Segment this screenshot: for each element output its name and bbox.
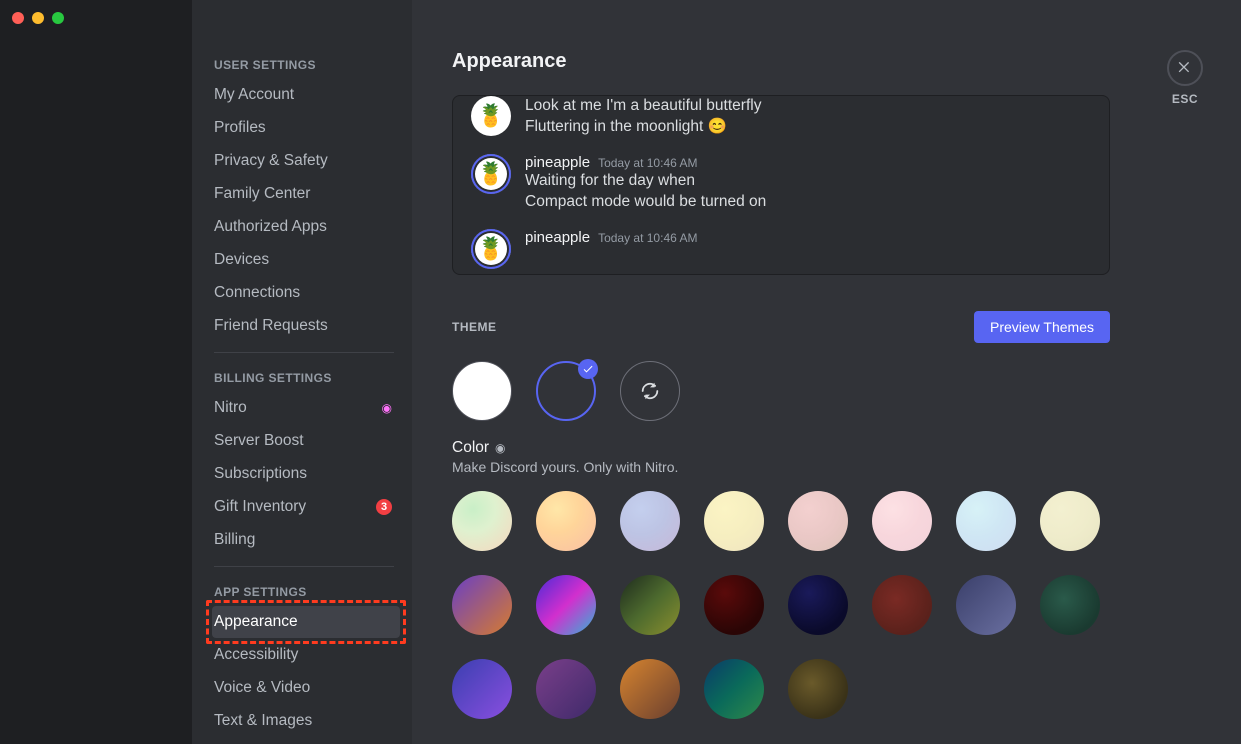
sidebar-item-voice-video[interactable]: Voice & Video bbox=[212, 672, 400, 704]
color-swatch[interactable] bbox=[704, 491, 764, 551]
color-swatch[interactable] bbox=[452, 575, 512, 635]
settings-content: Appearance ESC Look at me I'm a beautifu… bbox=[412, 0, 1241, 744]
nitro-icon: ◉ bbox=[382, 401, 392, 415]
color-swatch[interactable] bbox=[536, 575, 596, 635]
message-line: Fluttering in the moonlight 😊 bbox=[525, 117, 1091, 138]
sidebar-item-authorized-apps[interactable]: Authorized Apps bbox=[212, 211, 400, 243]
left-gutter bbox=[0, 0, 192, 744]
color-swatch[interactable] bbox=[620, 659, 680, 719]
sidebar-category-billing: BILLING SETTINGS bbox=[212, 355, 400, 391]
sidebar-category-user: USER SETTINGS bbox=[212, 30, 400, 78]
window-controls bbox=[12, 12, 64, 24]
minimize-window-icon[interactable] bbox=[32, 12, 44, 24]
sidebar-item-nitro[interactable]: Nitro ◉ bbox=[212, 392, 400, 424]
settings-sidebar: USER SETTINGS My Account Profiles Privac… bbox=[192, 0, 412, 744]
sidebar-item-appearance[interactable]: Appearance bbox=[212, 606, 400, 638]
theme-heading: THEME bbox=[452, 320, 497, 334]
nitro-icon: ◉ bbox=[495, 441, 505, 455]
sync-icon bbox=[639, 380, 661, 402]
color-heading: Color bbox=[452, 439, 489, 457]
sidebar-item-server-boost[interactable]: Server Boost bbox=[212, 425, 400, 457]
sidebar-item-connections[interactable]: Connections bbox=[212, 277, 400, 309]
close-settings-label: ESC bbox=[1167, 92, 1203, 106]
timestamp: Today at 10:46 AM bbox=[598, 231, 697, 245]
username: pineapple bbox=[525, 229, 590, 246]
page-title: Appearance bbox=[452, 50, 1241, 73]
color-swatch[interactable] bbox=[620, 491, 680, 551]
sidebar-category-app: APP SETTINGS bbox=[212, 569, 400, 605]
color-swatch[interactable] bbox=[620, 575, 680, 635]
sidebar-divider bbox=[214, 352, 394, 353]
color-swatch[interactable] bbox=[452, 491, 512, 551]
sidebar-item-text-images[interactable]: Text & Images bbox=[212, 705, 400, 737]
color-swatch[interactable] bbox=[788, 491, 848, 551]
sidebar-item-accessibility[interactable]: Accessibility bbox=[212, 639, 400, 671]
color-swatch[interactable] bbox=[872, 575, 932, 635]
color-swatch[interactable] bbox=[536, 659, 596, 719]
close-icon bbox=[1176, 59, 1194, 77]
color-swatch[interactable] bbox=[452, 659, 512, 719]
message-line: Look at me I'm a beautiful butterfly bbox=[525, 96, 1091, 117]
close-settings-button[interactable] bbox=[1167, 50, 1203, 86]
color-swatch[interactable] bbox=[788, 659, 848, 719]
color-swatch[interactable] bbox=[704, 659, 764, 719]
sidebar-divider bbox=[214, 566, 394, 567]
color-swatch[interactable] bbox=[1040, 575, 1100, 635]
color-swatch[interactable] bbox=[872, 491, 932, 551]
color-swatch[interactable] bbox=[788, 575, 848, 635]
color-swatch-grid bbox=[452, 491, 1122, 719]
check-icon bbox=[578, 359, 598, 379]
avatar bbox=[471, 154, 511, 194]
sidebar-item-privacy[interactable]: Privacy & Safety bbox=[212, 145, 400, 177]
timestamp: Today at 10:46 AM bbox=[598, 156, 697, 170]
avatar bbox=[471, 96, 511, 136]
color-swatch[interactable] bbox=[536, 491, 596, 551]
message-line: Waiting for the day when bbox=[525, 171, 1091, 192]
username: pineapple bbox=[525, 154, 590, 171]
theme-option-dark[interactable] bbox=[536, 361, 596, 421]
sidebar-item-subscriptions[interactable]: Subscriptions bbox=[212, 458, 400, 490]
sidebar-item-profiles[interactable]: Profiles bbox=[212, 112, 400, 144]
maximize-window-icon[interactable] bbox=[52, 12, 64, 24]
sidebar-item-friend-requests[interactable]: Friend Requests bbox=[212, 310, 400, 342]
theme-section: THEME Preview Themes Color bbox=[452, 311, 1110, 719]
close-window-icon[interactable] bbox=[12, 12, 24, 24]
color-swatch[interactable] bbox=[956, 575, 1016, 635]
sidebar-item-gift-inventory[interactable]: Gift Inventory 3 bbox=[212, 491, 400, 523]
chat-preview: Look at me I'm a beautiful butterfly Flu… bbox=[452, 95, 1110, 275]
avatar bbox=[471, 229, 511, 269]
sidebar-item-billing[interactable]: Billing bbox=[212, 524, 400, 556]
preview-themes-button[interactable]: Preview Themes bbox=[974, 311, 1110, 343]
color-swatch[interactable] bbox=[1040, 491, 1100, 551]
sidebar-item-my-account[interactable]: My Account bbox=[212, 79, 400, 111]
gift-badge: 3 bbox=[376, 499, 392, 515]
sidebar-item-devices[interactable]: Devices bbox=[212, 244, 400, 276]
theme-option-sync[interactable] bbox=[620, 361, 680, 421]
sidebar-item-family-center[interactable]: Family Center bbox=[212, 178, 400, 210]
message-line: Compact mode would be turned on bbox=[525, 192, 1091, 213]
color-description: Make Discord yours. Only with Nitro. bbox=[452, 459, 1110, 475]
theme-option-light[interactable] bbox=[452, 361, 512, 421]
color-swatch[interactable] bbox=[956, 491, 1016, 551]
color-swatch[interactable] bbox=[704, 575, 764, 635]
